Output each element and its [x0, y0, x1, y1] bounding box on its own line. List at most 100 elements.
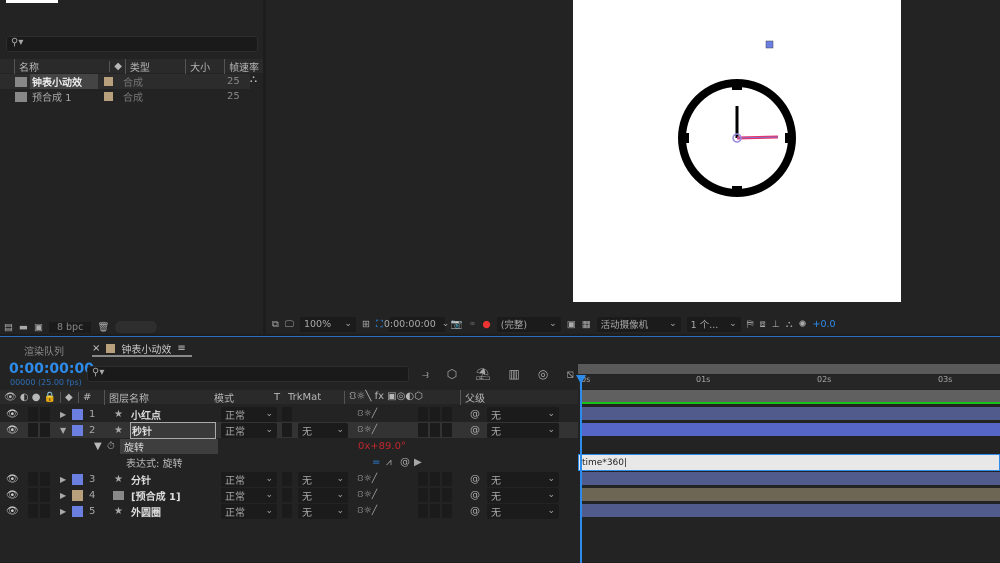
- resolution-dropdown[interactable]: (完整): [496, 316, 561, 332]
- parent-dropdown[interactable]: 无: [487, 487, 559, 503]
- project-item[interactable]: 钟表小动效 合成 25: [0, 74, 250, 89]
- switch[interactable]: [442, 472, 452, 486]
- layer-name[interactable]: 秒针: [130, 421, 216, 439]
- playhead-handle[interactable]: [576, 375, 586, 384]
- lock-switch[interactable]: [40, 504, 50, 518]
- parent-dropdown[interactable]: 无: [487, 406, 559, 422]
- expand-triangle[interactable]: ▶: [60, 507, 66, 516]
- expand-triangle[interactable]: ▶: [60, 475, 66, 484]
- close-tab-icon[interactable]: ×: [92, 343, 100, 354]
- layer-switches[interactable]: ⛻☼╱: [357, 474, 377, 485]
- layer-row[interactable]: 👁 ▼ 2 ★ 秒针正常 无 ⛻☼╱ @ 无: [0, 421, 578, 439]
- switch[interactable]: [442, 488, 452, 502]
- stopwatch-icon[interactable]: ⏱: [107, 441, 115, 452]
- solo-switch[interactable]: [28, 504, 38, 518]
- preserve-transparency-switch[interactable]: [282, 407, 292, 421]
- eye-icon[interactable]: 👁: [6, 425, 19, 436]
- label-color[interactable]: [72, 408, 83, 420]
- layer-name[interactable]: 小红点: [130, 407, 161, 422]
- parent-pickwhip-icon[interactable]: @: [470, 474, 480, 485]
- current-time-display[interactable]: 0:00:00:00: [9, 361, 94, 377]
- lock-switch[interactable]: [40, 472, 50, 486]
- switch[interactable]: [430, 423, 440, 437]
- blend-mode-dropdown[interactable]: 正常: [221, 471, 277, 487]
- layer-duration-bar[interactable]: [582, 504, 1000, 517]
- region-of-interest-icon[interactable]: ▣: [567, 319, 576, 330]
- flowchart-icon[interactable]: ⛬: [250, 74, 257, 85]
- show-snapshot-icon[interactable]: ⚭: [468, 319, 476, 330]
- layer-duration-bar[interactable]: [582, 472, 1000, 485]
- preserve-transparency-switch[interactable]: [282, 472, 292, 486]
- views-dropdown[interactable]: 1 个...: [686, 316, 741, 332]
- transparency-grid-icon[interactable]: ▦: [582, 319, 591, 330]
- exposure-value[interactable]: +0.0: [813, 319, 836, 330]
- motion-blur-icon[interactable]: ◎: [538, 367, 548, 381]
- preserve-transparency-switch[interactable]: [282, 423, 292, 437]
- monitor-icon[interactable]: 🖵: [285, 319, 294, 330]
- solo-switch[interactable]: [28, 407, 38, 421]
- new-comp-icon[interactable]: ▣: [34, 322, 43, 333]
- switch[interactable]: [442, 423, 452, 437]
- switch[interactable]: [442, 504, 452, 518]
- col-fps[interactable]: 帧速率: [224, 58, 263, 74]
- switch[interactable]: [430, 407, 440, 421]
- expand-triangle[interactable]: ▶: [60, 491, 66, 500]
- shy-layers-icon[interactable]: ⛱: [475, 367, 490, 381]
- switch[interactable]: [418, 488, 428, 502]
- bpc-button[interactable]: 8 bpc: [48, 321, 92, 333]
- parent-dropdown[interactable]: 无: [487, 422, 559, 438]
- tab-render-queue[interactable]: 渲染队列: [24, 343, 64, 358]
- expression-graph-icon[interactable]: ⩘: [386, 457, 392, 468]
- expression-pickwhip-icon[interactable]: @: [400, 457, 410, 468]
- switch[interactable]: [418, 472, 428, 486]
- blend-mode-dropdown[interactable]: 正常: [221, 422, 277, 438]
- flowchart-icon[interactable]: ⛬: [786, 319, 793, 330]
- grid-icon[interactable]: ⊞: [362, 319, 370, 330]
- label-swatch[interactable]: [104, 92, 113, 101]
- trkmat-dropdown[interactable]: 无: [298, 487, 348, 503]
- expression-field[interactable]: time*360|: [578, 454, 1000, 471]
- layer-row[interactable]: 👁 ▶ 1 ★ 小红点 正常 ⛻☼╱ @ 无: [0, 406, 578, 422]
- scrollbar[interactable]: [115, 321, 158, 333]
- layer-row[interactable]: 👁 ▶ 5 ★ 外圆圈 正常 无 ⛻☼╱ @ 无: [0, 503, 578, 519]
- new-folder-icon[interactable]: ▬: [19, 322, 28, 333]
- label-color[interactable]: [72, 489, 83, 501]
- layer-switches[interactable]: ⛻☼╱: [357, 425, 377, 436]
- mask-visibility-icon[interactable]: ⛶: [376, 319, 383, 330]
- rotation-value[interactable]: 0x+89.0°: [358, 441, 406, 452]
- label-swatch[interactable]: [104, 77, 113, 86]
- switch[interactable]: [430, 504, 440, 518]
- property-name[interactable]: 旋转: [120, 438, 218, 454]
- trkmat-dropdown[interactable]: 无: [298, 471, 348, 487]
- label-color[interactable]: [72, 505, 83, 517]
- exposure-reset-icon[interactable]: ✺: [799, 319, 807, 330]
- rotation-revolutions[interactable]: 0x: [358, 441, 370, 452]
- switch[interactable]: [430, 472, 440, 486]
- col-size[interactable]: 大小: [185, 58, 224, 74]
- parent-pickwhip-icon[interactable]: @: [470, 409, 480, 420]
- label-color[interactable]: [72, 424, 83, 436]
- switch[interactable]: [442, 407, 452, 421]
- timeline-icon[interactable]: ⧈: [760, 319, 766, 330]
- solo-switch[interactable]: [28, 488, 38, 502]
- solo-switch[interactable]: [28, 472, 38, 486]
- col-layer-name[interactable]: 图层名称: [104, 389, 210, 405]
- work-area-bar[interactable]: [582, 390, 1000, 402]
- eye-icon[interactable]: 👁: [6, 474, 19, 485]
- solo-switch[interactable]: [28, 423, 38, 437]
- trash-icon[interactable]: 🗑: [97, 322, 109, 333]
- project-search-input[interactable]: ⚲▾: [6, 36, 258, 52]
- blend-mode-dropdown[interactable]: 正常: [221, 503, 277, 519]
- eye-icon[interactable]: 👁: [6, 506, 19, 517]
- trkmat-dropdown[interactable]: 无: [298, 503, 348, 519]
- time-ruler[interactable]: 0s 01s 02s 03s: [578, 375, 1000, 389]
- frame-blending-icon[interactable]: ▥: [509, 367, 520, 381]
- zoom-dropdown[interactable]: 100%: [299, 316, 356, 332]
- layer-name[interactable]: 外圆圈: [130, 504, 161, 519]
- expression-language-menu-icon[interactable]: ▶: [414, 457, 422, 468]
- eye-icon[interactable]: 👁: [6, 409, 19, 420]
- parent-dropdown[interactable]: 无: [487, 471, 559, 487]
- eye-icon[interactable]: 👁: [6, 490, 19, 501]
- switch[interactable]: [418, 504, 428, 518]
- expand-triangle[interactable]: ▼: [60, 426, 66, 435]
